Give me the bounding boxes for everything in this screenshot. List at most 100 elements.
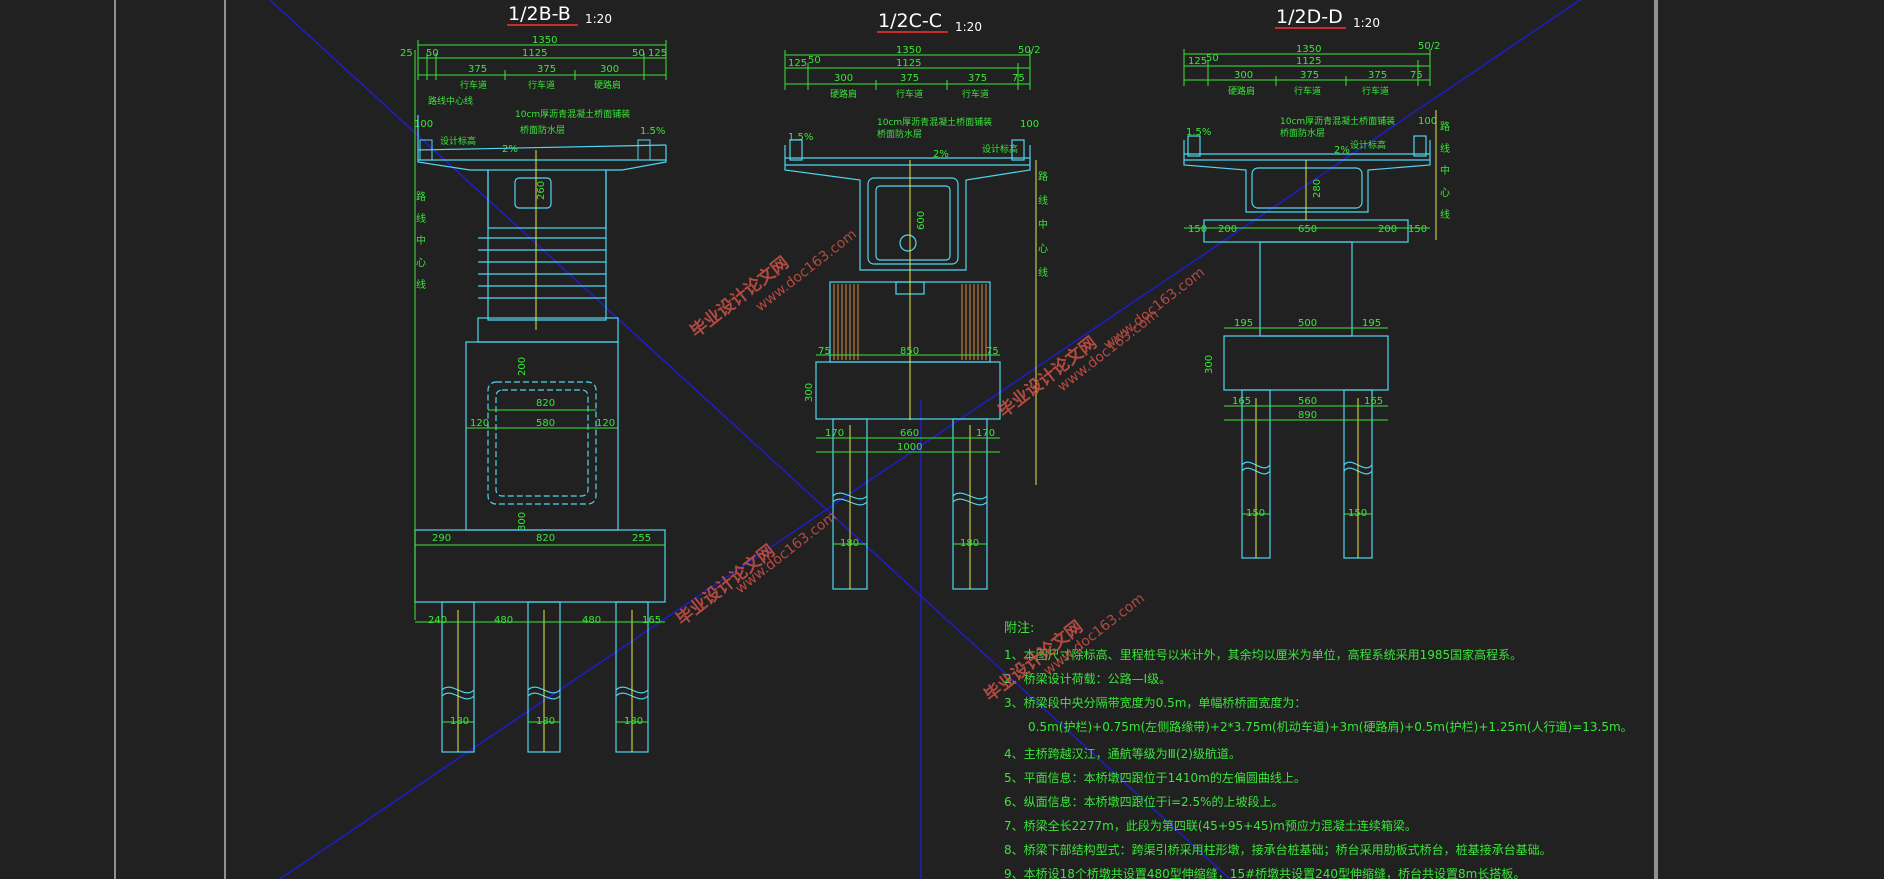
section-b-b: 1/2B-B 1:20 1350 25 50 1125 50 125 375 3…	[400, 3, 667, 753]
b-pile-dia-3: 180	[624, 716, 643, 727]
b-pile-480-a: 480	[494, 615, 513, 626]
b-slope-2: 2%	[502, 144, 518, 155]
cad-drawing-canvas: 1/2B-B 1:20 1350 25 50 1125 50 125 375 3…	[114, 0, 1658, 879]
note-item-4: 4、主桥跨越汉江，通航等级为Ⅲ(2)级航道。	[1004, 746, 1241, 761]
b-cap-290: 290	[432, 533, 451, 544]
d-base-150-l: 150	[1188, 224, 1207, 235]
d-dim-1350: 1350	[1296, 44, 1321, 55]
svg-text:线: 线	[416, 278, 426, 291]
d-col-195-l: 195	[1234, 318, 1253, 329]
d-dim-375-b: 375	[1368, 70, 1387, 81]
d-dim-375-a: 375	[1300, 70, 1319, 81]
svg-text:路: 路	[1038, 170, 1048, 183]
svg-text:心: 心	[1440, 187, 1450, 199]
note-item-6: 6、纵面信息：本桥墩四跟位于i=2.5%的上坡段上。	[1004, 794, 1284, 809]
svg-text:路: 路	[416, 190, 426, 203]
d-note-waterproof: 桥面防水层	[1280, 127, 1325, 139]
b-note-elev: 设计标高	[440, 135, 476, 147]
c-dim-375-b: 375	[968, 73, 987, 84]
note-item-5: 5、平面信息：本桥墩四跟位于1410m的左偏圆曲线上。	[1004, 770, 1306, 785]
b-cap-820: 820	[536, 533, 555, 544]
d-col-500: 500	[1298, 318, 1317, 329]
c-pile-660: 660	[900, 428, 919, 439]
watermark-cn-2: 毕业设计论文网	[672, 540, 779, 630]
c-h-600: 600	[916, 211, 927, 230]
note-item-8: 8、桥梁下部结构型式：跨渠引桥采用柱形墩，接承台桩基础；桥台采用肋板式桥台，桩基…	[1004, 842, 1552, 857]
b-pile-480-b: 480	[582, 615, 601, 626]
svg-text:中: 中	[1440, 164, 1450, 177]
b-dim-125: 125	[648, 48, 667, 59]
c-dim-300: 300	[834, 73, 853, 84]
b-dim-1125: 1125	[522, 48, 547, 59]
d-pile-890: 890	[1298, 410, 1317, 421]
section-c-c: 1/2C-C 1:20 1350 125 50 1125 50/2 300 37…	[784, 10, 1048, 590]
b-pile-240: 240	[428, 615, 447, 626]
watermark-url-2: www.doc163.com	[733, 508, 840, 597]
notes-block: 附注: 1、本图尺寸除标高、里程桩号以米计外，其余均以厘米为单位，高程系统采用1…	[1004, 621, 1633, 879]
b-dim-375-b: 375	[537, 64, 556, 75]
c-pile-dia-2: 180	[960, 538, 979, 549]
section-d-scale: 1:20	[1353, 16, 1380, 30]
c-lane-3: 行车道	[962, 88, 989, 100]
d-dim-75: 75	[1410, 70, 1423, 81]
section-b-scale: 1:20	[585, 12, 612, 26]
d-dim-125: 125	[1188, 56, 1207, 67]
c-dim-75: 75	[1012, 73, 1025, 84]
b-h-100: 100	[414, 119, 433, 130]
c-dim-1125: 1125	[896, 58, 921, 69]
b-lane-1: 行车道	[460, 79, 487, 91]
c-note-waterproof: 桥面防水层	[877, 128, 922, 140]
svg-text:中: 中	[1038, 218, 1048, 231]
b-note-centerline: 路线中心线	[428, 95, 473, 107]
c-dim-1350: 1350	[896, 45, 921, 56]
b-lane-2: 行车道	[528, 79, 555, 91]
b-note-waterproof: 桥面防水层	[520, 124, 565, 136]
d-note-elev: 设计标高	[1350, 139, 1386, 151]
b-dim-300: 300	[600, 64, 619, 75]
c-lane-1: 硬路肩	[830, 88, 857, 100]
b-pier-820: 820	[536, 398, 555, 409]
d-pile-dia-1: 150	[1246, 508, 1265, 519]
svg-text:路: 路	[1440, 120, 1450, 133]
d-base-200-l: 200	[1218, 224, 1237, 235]
b-pile-dia-2: 180	[536, 716, 555, 727]
b-vertical-centerline-label: 路 线 中 心 线	[416, 190, 426, 291]
d-dim-50-2: 50/2	[1418, 41, 1440, 52]
d-col-195-r: 195	[1362, 318, 1381, 329]
section-d-title: 1/2D-D	[1276, 6, 1343, 28]
c-h-100: 100	[1020, 119, 1039, 130]
b-h-260: 260	[536, 181, 547, 200]
svg-text:心: 心	[416, 257, 426, 269]
note-item-7: 7、桥梁全长2277m，此段为第四联(45+95+45)m预应力混凝土连续箱梁。	[1004, 818, 1417, 833]
b-dim-375-a: 375	[468, 64, 487, 75]
b-pier-120-l: 120	[470, 418, 489, 429]
watermarks: 毕业设计论文网 www.doc163.com 毕业设计论文网 www.doc16…	[672, 226, 1208, 706]
svg-text:线: 线	[416, 212, 426, 225]
d-pile-560: 560	[1298, 396, 1317, 407]
notes-heading: 附注:	[1004, 621, 1034, 636]
svg-text:线: 线	[1038, 266, 1048, 279]
b-note-paving: 10cm厚沥青混凝土桥面铺装	[515, 108, 630, 120]
d-pile-165-r: 165	[1364, 396, 1383, 407]
c-pile-1000: 1000	[897, 442, 922, 453]
c-cap-75-r: 75	[986, 346, 999, 357]
d-h-280: 280	[1312, 179, 1323, 198]
d-base-150-r: 150	[1408, 224, 1427, 235]
d-h-300: 300	[1204, 355, 1215, 374]
c-pile-dia-1: 180	[840, 538, 859, 549]
c-h-300: 300	[804, 383, 815, 402]
d-h-100: 100	[1418, 116, 1437, 127]
section-c-scale: 1:20	[955, 20, 982, 34]
b-h-200: 200	[517, 357, 528, 376]
b-pile-dia-1: 180	[450, 716, 469, 727]
d-base-650: 650	[1298, 224, 1317, 235]
b-slope-1-5: 1.5%	[640, 126, 665, 137]
svg-text:心: 心	[1038, 243, 1048, 255]
d-lane-1: 硬路肩	[1228, 85, 1255, 97]
c-dim-125: 125	[788, 58, 807, 69]
section-b-title: 1/2B-B	[508, 3, 571, 25]
note-item-9: 9、本桥设18个桥墩共设置480型伸缩缝，15#桥墩共设置240型伸缩缝，桥台共…	[1004, 866, 1525, 879]
b-pile-165: 165	[642, 615, 661, 626]
c-dim-50-left: 50	[808, 55, 821, 66]
d-dim-300: 300	[1234, 70, 1253, 81]
